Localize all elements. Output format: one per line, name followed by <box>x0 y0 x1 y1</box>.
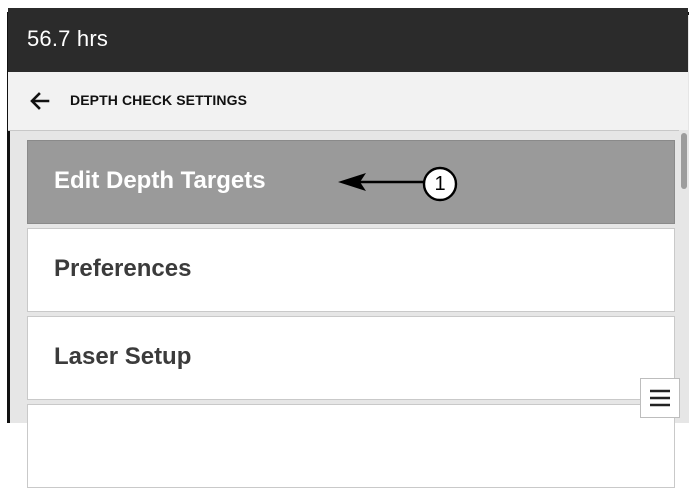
callout-number: 1 <box>434 173 446 195</box>
status-bar: 56.7 hrs <box>8 8 688 72</box>
page-header: DEPTH CHECK SETTINGS <box>8 72 688 131</box>
menu-item-next[interactable] <box>27 404 675 488</box>
menu-item-label: Laser Setup <box>54 343 192 370</box>
menu-item-laser-setup[interactable]: Laser Setup <box>27 316 675 400</box>
hamburger-menu-icon <box>641 389 679 421</box>
menu-item-edit-depth-targets[interactable]: Edit Depth Targets <box>27 140 675 224</box>
page-title: DEPTH CHECK SETTINGS <box>70 92 248 108</box>
menu-item-label: Preferences <box>54 255 192 282</box>
settings-menu-list: Edit Depth Targets Preferences Laser Set… <box>27 140 675 488</box>
menu-button[interactable] <box>640 378 680 418</box>
hours-readout: 56.7 hrs <box>27 26 109 51</box>
menu-item-preferences[interactable]: Preferences <box>27 228 675 312</box>
scrollbar-thumb[interactable] <box>681 133 687 189</box>
menu-item-label: Edit Depth Targets <box>54 167 266 194</box>
back-arrow-icon[interactable] <box>28 89 52 113</box>
